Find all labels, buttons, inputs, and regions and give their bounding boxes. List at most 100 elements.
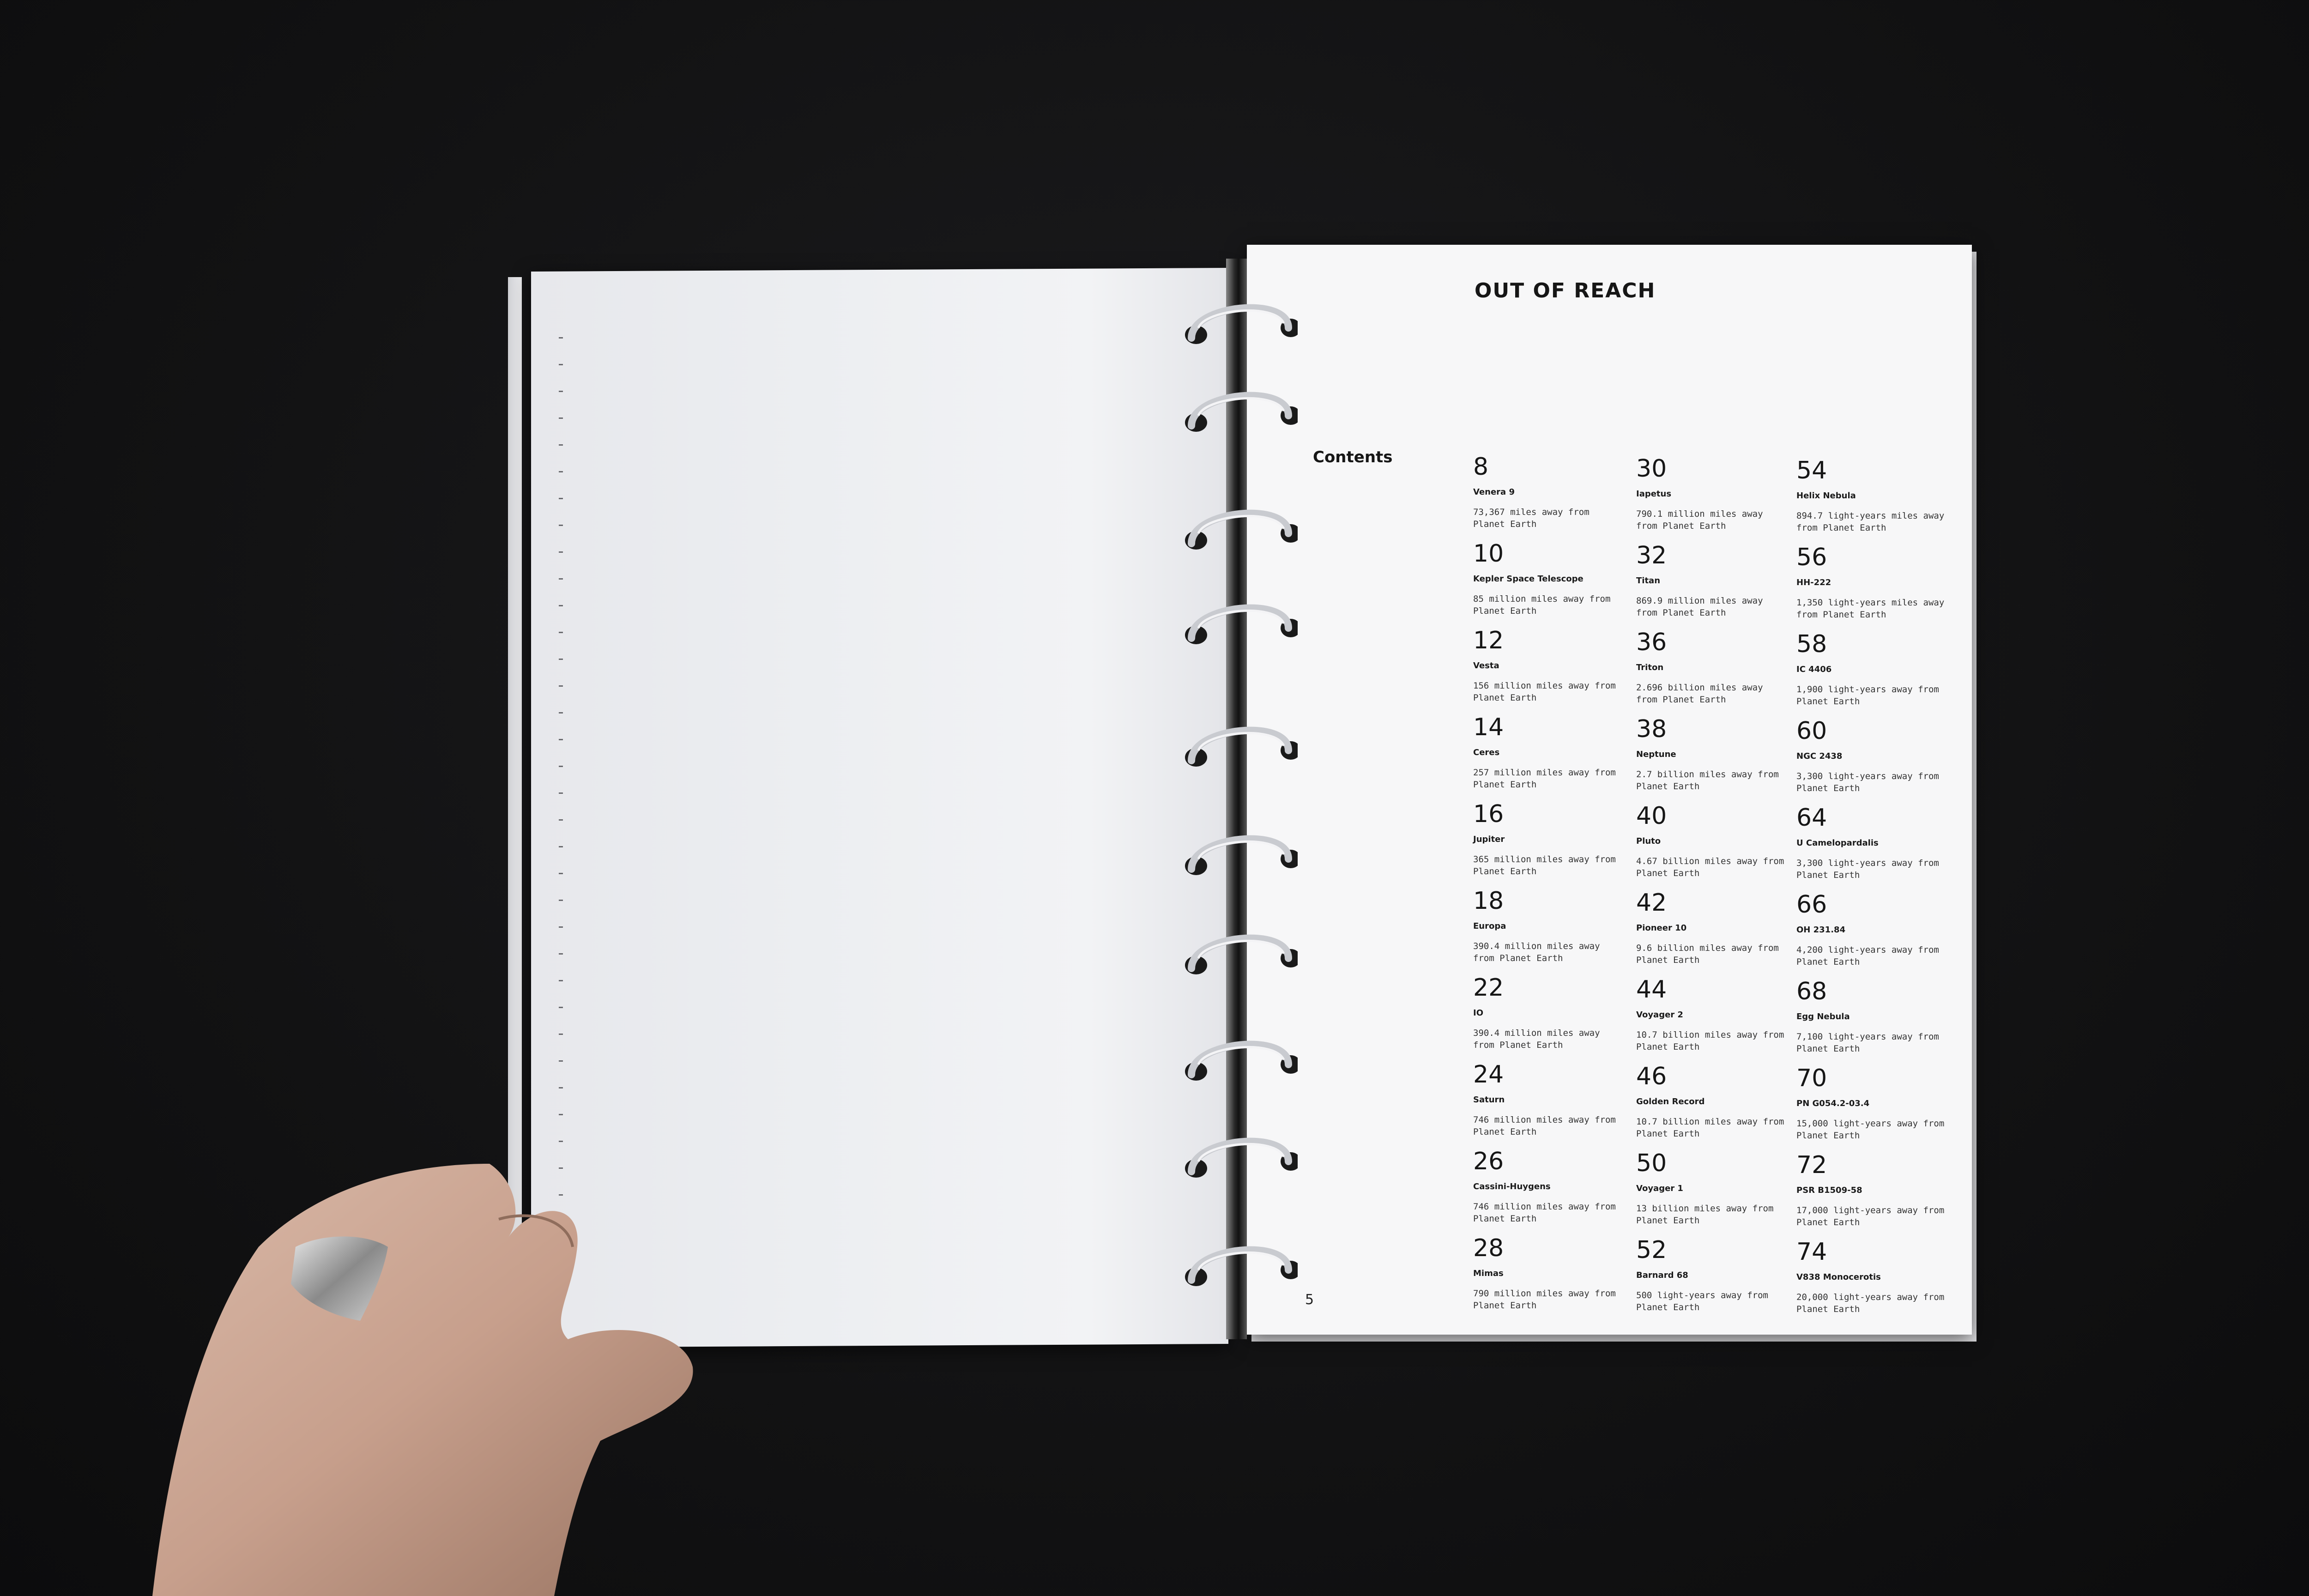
- entry-distance: 10.7 billion miles away from Planet Eart…: [1636, 1117, 1784, 1139]
- binder-ring: [1173, 596, 1298, 656]
- binder-ring: [1173, 926, 1298, 986]
- entry-page-number: 56: [1796, 544, 1827, 571]
- edge-tick: [559, 1114, 563, 1115]
- entry-title: OH 231.84: [1796, 925, 1846, 935]
- entry-page-number: 42: [1636, 889, 1667, 917]
- edge-tick: [559, 1034, 563, 1035]
- entry-page-number: 60: [1796, 717, 1827, 745]
- edge-tick: [559, 953, 563, 955]
- entry-distance: 7,100 light-years away from Planet Earth: [1796, 1032, 1939, 1054]
- edge-tick: [559, 364, 563, 365]
- entry-title: Iapetus: [1636, 489, 1672, 499]
- edge-tick: [559, 1194, 563, 1196]
- contents-entry: 52 Barnard 68 500 light-years away from Pl…: [1636, 1238, 1789, 1313]
- entry-page-number: 66: [1796, 891, 1827, 919]
- binder-ring: [1173, 383, 1298, 443]
- entry-title: U Camelopardalis: [1796, 838, 1879, 848]
- contents-entry: 12 Vesta 156 million miles away from Plane…: [1473, 629, 1626, 704]
- entry-title: Europa: [1473, 921, 1506, 931]
- edge-tick: [559, 498, 563, 499]
- photo-scene: OUT OF REACH Contents 5 8 Venera 9 73,367 …: [0, 0, 2309, 1596]
- edge-tick: [559, 551, 563, 553]
- contents-entry: 42 Pioneer 10 9.6 billion miles away from …: [1636, 891, 1789, 966]
- left-page-edge: [508, 277, 522, 1339]
- entry-page-number: 16: [1473, 800, 1504, 828]
- contents-entry: 22 IO 390.4 million miles away from Planet…: [1473, 976, 1626, 1051]
- entry-distance: 390.4 million miles away from Planet Ear…: [1473, 1028, 1600, 1050]
- contents-entry: 60 NGC 2438 3,300 light-years away from Pl…: [1796, 719, 1949, 794]
- entry-distance: 85 million miles away from Planet Earth: [1473, 594, 1611, 616]
- entry-title: Neptune: [1636, 750, 1676, 759]
- contents-entry: 40 Pluto 4.67 billion miles away from Plan…: [1636, 804, 1789, 879]
- contents-entry: 10 Kepler Space Telescope 85 million miles…: [1473, 542, 1626, 617]
- entry-title: PN G054.2-03.4: [1796, 1099, 1870, 1108]
- entry-distance: 15,000 light-years away from Planet Eart…: [1796, 1118, 1945, 1141]
- contents-entry: 74 V838 Monocerotis 20,000 light-years awa…: [1796, 1240, 1949, 1315]
- contents-entry: 16 Jupiter 365 million miles away from Pla…: [1473, 802, 1626, 877]
- entry-page-number: 44: [1636, 976, 1667, 1004]
- contents-entry: 64 U Camelopardalis 3,300 light-years away…: [1796, 806, 1949, 881]
- edge-tick: [559, 471, 563, 472]
- entry-distance: 894.7 light-years miles away from Planet…: [1796, 511, 1945, 533]
- entry-page-number: 50: [1636, 1149, 1667, 1177]
- binder-ring: [1173, 1238, 1298, 1298]
- edge-tick: [559, 685, 563, 687]
- contents-entry: 56 HH-222 1,350 light-years miles away fro…: [1796, 545, 1949, 621]
- edge-tick: [559, 792, 563, 794]
- edge-tick: [559, 444, 563, 446]
- binder-ring: [1173, 501, 1298, 561]
- entry-page-number: 18: [1473, 887, 1504, 915]
- entry-page-number: 68: [1796, 978, 1827, 1005]
- entry-title: Cassini-Huygens: [1473, 1182, 1551, 1191]
- page-edge-ticks: [559, 337, 563, 1261]
- edge-tick: [559, 659, 563, 660]
- entry-distance: 17,000 light-years away from Planet Eart…: [1796, 1205, 1945, 1227]
- entry-distance: 73,367 miles away from Planet Earth: [1473, 507, 1590, 529]
- edge-tick: [559, 1167, 563, 1169]
- entry-title: Ceres: [1473, 748, 1500, 757]
- entry-title: Triton: [1636, 663, 1664, 672]
- contents-entry: 24 Saturn 746 million miles away from Plan…: [1473, 1063, 1626, 1138]
- entry-title: Jupiter: [1473, 834, 1505, 844]
- edge-tick: [559, 739, 563, 740]
- contents-entry: 50 Voyager 1 13 billion miles away from Pl…: [1636, 1151, 1789, 1227]
- edge-tick: [559, 766, 563, 767]
- entry-distance: 2.696 billion miles away from Planet Ear…: [1636, 683, 1763, 705]
- contents-entry: 38 Neptune 2.7 billion miles away from Pla…: [1636, 717, 1789, 792]
- entry-page-number: 36: [1636, 629, 1667, 656]
- entry-title: Voyager 1: [1636, 1184, 1683, 1193]
- edge-tick: [559, 1060, 563, 1062]
- entry-page-number: 8: [1473, 453, 1489, 481]
- entry-page-number: 40: [1636, 802, 1667, 830]
- binder-ring: [1173, 718, 1298, 778]
- entry-page-number: 38: [1636, 715, 1667, 743]
- contents-entry: 46 Golden Record 10.7 billion miles away f…: [1636, 1064, 1789, 1140]
- edge-tick: [559, 819, 563, 821]
- contents-entry: 68 Egg Nebula 7,100 light-years away from …: [1796, 979, 1949, 1055]
- edge-tick: [559, 605, 563, 606]
- edge-tick: [559, 337, 563, 339]
- edge-tick: [559, 391, 563, 392]
- entry-distance: 1,350 light-years miles away from Planet…: [1796, 598, 1945, 620]
- page-number: 5: [1305, 1292, 1314, 1308]
- entry-page-number: 14: [1473, 713, 1504, 741]
- entry-distance: 9.6 billion miles away from Planet Earth: [1636, 943, 1779, 965]
- entry-title: Pioneer 10: [1636, 923, 1687, 933]
- contents-entry: 66 OH 231.84 4,200 light-years away from P…: [1796, 893, 1949, 968]
- entry-title: Venera 9: [1473, 487, 1515, 497]
- entry-distance: 746 million miles away from Planet Earth: [1473, 1202, 1616, 1224]
- entry-page-number: 52: [1636, 1236, 1667, 1264]
- entry-page-number: 28: [1473, 1234, 1504, 1262]
- entry-distance: 500 light-years away from Planet Earth: [1636, 1290, 1768, 1312]
- entry-distance: 746 million miles away from Planet Earth: [1473, 1115, 1616, 1137]
- edge-tick: [559, 1087, 563, 1088]
- edge-tick: [559, 900, 563, 901]
- edge-tick: [559, 712, 563, 713]
- contents-entry: 28 Mimas 790 million miles away from Plane…: [1473, 1236, 1626, 1312]
- entry-title: PSR B1509-58: [1796, 1185, 1862, 1195]
- entry-title: HH-222: [1796, 578, 1831, 587]
- left-page: [531, 268, 1228, 1348]
- entry-title: Mimas: [1473, 1269, 1504, 1278]
- binder-ring: [1173, 1032, 1298, 1092]
- entry-title: Golden Record: [1636, 1097, 1705, 1106]
